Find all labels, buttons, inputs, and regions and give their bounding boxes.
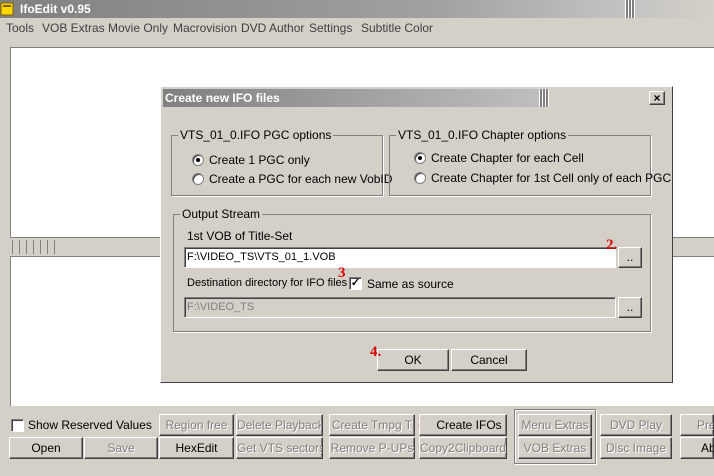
menu-dvd-author[interactable]: DVD Author	[241, 21, 304, 35]
dialog-close-button[interactable]: ×	[649, 91, 665, 105]
dest-dir-input[interactable]: F:\VIDEO_TS	[184, 297, 616, 318]
remove-p-ups-button[interactable]: Remove P-UPs	[329, 437, 415, 459]
menu-bar: Tools VOB Extras Movie Only Macrovision …	[0, 19, 714, 37]
open-button[interactable]: Open	[9, 437, 83, 459]
dialog-title-bar: Create new IFO files	[163, 89, 549, 107]
pgc-options-legend: VTS_01_0.IFO PGC options	[178, 128, 334, 142]
menu-macrovision[interactable]: Macrovision	[173, 21, 237, 35]
copy2clipboard-button[interactable]: Copy2Clipboard	[419, 437, 507, 459]
dialog-title-grip	[539, 89, 549, 107]
annotation-3: 3	[338, 265, 346, 281]
pgc-radio-each-vobid[interactable]	[192, 173, 204, 185]
delete-playback-button[interactable]: Delete Playback	[236, 414, 323, 436]
window-title: IfoEdit v0.95	[20, 2, 91, 16]
create-ifo-dialog: Create new IFO files × VTS_01_0.IFO PGC …	[160, 86, 673, 383]
chapter-radio-first-cell[interactable]	[414, 172, 426, 184]
dest-dir-browse-button[interactable]: ..	[618, 297, 642, 318]
preferences-button[interactable]: Pre	[680, 414, 714, 436]
show-reserved-label[interactable]: Show Reserved Values	[28, 418, 152, 432]
dvd-play-button[interactable]: DVD Play	[600, 414, 672, 436]
menu-movie-only[interactable]: Movie Only	[108, 21, 168, 35]
about-button[interactable]: Ab	[680, 437, 714, 459]
region-free-button[interactable]: Region free	[159, 414, 234, 436]
pgc-radio-create-1[interactable]	[192, 154, 204, 166]
chapter-radio-each-cell[interactable]	[414, 152, 426, 164]
title-bar-grip	[625, 0, 635, 18]
dialog-title: Create new IFO files	[165, 91, 280, 105]
menu-settings[interactable]: Settings	[309, 21, 352, 35]
menu-subtitle-color[interactable]: Subtitle Color	[361, 21, 433, 35]
pgc-option-2-label[interactable]: Create a PGC for each new VobID	[209, 172, 392, 186]
save-button[interactable]: Save	[84, 437, 158, 459]
pgc-options-group: VTS_01_0.IFO PGC options Create 1 PGC on…	[171, 128, 392, 196]
first-vob-label: 1st VOB of Title-Set	[187, 229, 293, 243]
create-tmpg-button[interactable]: Create Tmpg T	[329, 414, 415, 436]
pgc-option-1-label[interactable]: Create 1 PGC only	[209, 153, 310, 167]
output-stream-group: Output Stream 1st VOB of Title-Set F:\VI…	[173, 207, 651, 332]
cancel-button[interactable]: Cancel	[451, 349, 527, 371]
first-vob-input[interactable]: F:\VIDEO_TS\VTS_01_1.VOB	[184, 247, 616, 268]
menu-extras-button[interactable]: Menu Extras	[518, 414, 592, 436]
show-reserved-checkbox[interactable]	[11, 419, 24, 432]
menu-tools[interactable]: Tools	[6, 21, 34, 35]
get-vts-sectors-button[interactable]: Get VTS sectors	[236, 437, 323, 459]
ok-button[interactable]: OK	[377, 349, 449, 371]
same-as-source-label[interactable]: Same as source	[367, 277, 454, 291]
menu-vob-extras[interactable]: VOB Extras	[42, 21, 105, 35]
create-ifos-button[interactable]: Create IFOs	[419, 414, 507, 436]
column-dividers	[12, 240, 58, 254]
app-icon	[0, 2, 14, 16]
chapter-option-2-label[interactable]: Create Chapter for 1st Cell only of each…	[431, 171, 671, 185]
disc-image-button[interactable]: Disc Image	[600, 437, 672, 459]
chapter-option-1-label[interactable]: Create Chapter for each Cell	[431, 151, 584, 165]
chapter-options-group: VTS_01_0.IFO Chapter options Create Chap…	[389, 128, 671, 196]
vob-extras-button[interactable]: VOB Extras	[518, 437, 592, 459]
dest-dir-label: Destination directory for IFO files	[187, 277, 348, 289]
annotation-4: 4.	[370, 344, 382, 360]
title-bar: IfoEdit v0.95	[0, 0, 714, 18]
chapter-options-legend: VTS_01_0.IFO Chapter options	[396, 128, 569, 142]
same-as-source-checkbox[interactable]: ✓	[349, 277, 362, 290]
hexedit-button[interactable]: HexEdit	[159, 437, 234, 459]
annotation-2: 2.	[606, 237, 618, 253]
first-vob-browse-button[interactable]: ..	[618, 247, 642, 268]
output-stream-legend: Output Stream	[180, 207, 263, 221]
